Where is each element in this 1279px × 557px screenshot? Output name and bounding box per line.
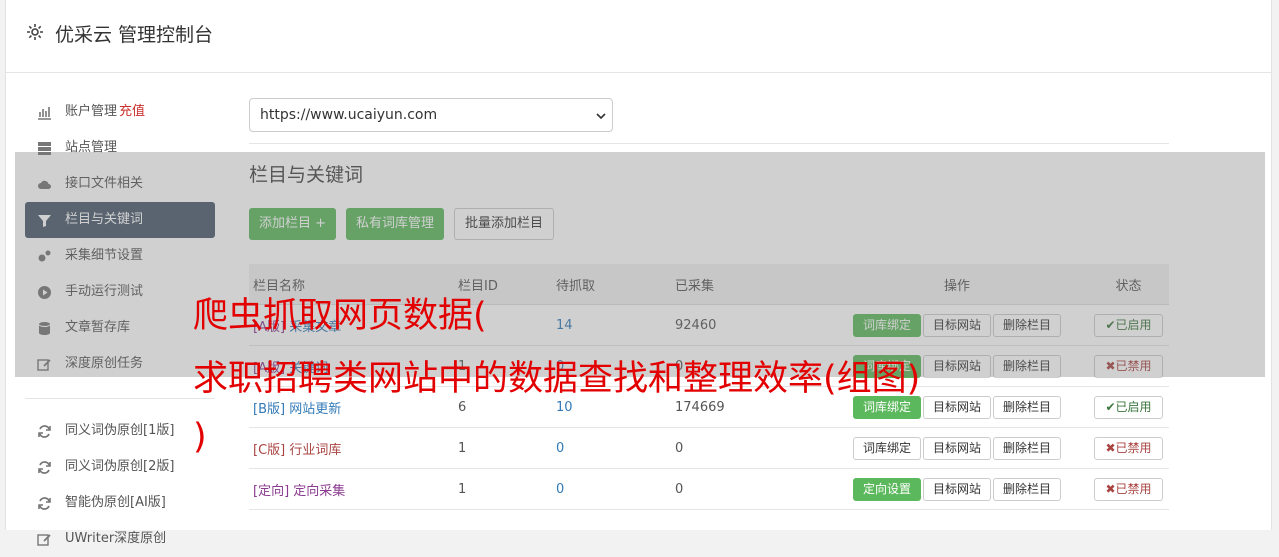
version-tag: [C版] <box>253 442 286 458</box>
page-header: 优采云 管理控制台 <box>6 0 1271 73</box>
page-title: 优采云 管理控制台 <box>55 24 214 46</box>
chevron-down-icon <box>596 113 606 120</box>
status-toggle[interactable]: ✔已启用 <box>1094 395 1163 419</box>
target-site-button[interactable]: 目标网站 <box>922 395 991 419</box>
sidebar-item-ai-original[interactable]: 智能伪原创[AI版] <box>25 485 215 521</box>
column-id: 1 <box>454 427 555 469</box>
directed-settings-button[interactable]: 定向设置 <box>852 477 921 501</box>
watermark-line-1: 爬虫抓取网页数据( <box>193 296 487 336</box>
recharge-link[interactable]: 充值 <box>119 104 145 119</box>
sidebar-item-synonym-v1[interactable]: 同义词伪原创[1版] <box>25 413 215 449</box>
collected-count: 0 <box>667 468 826 510</box>
status-toggle[interactable]: ✖已禁用 <box>1094 436 1163 460</box>
column-link[interactable]: 行业词库 <box>289 443 341 458</box>
status-cell: ✔已启用 <box>1088 386 1169 428</box>
sidebar-item-uwriter[interactable]: UWriter深度原创 <box>25 521 215 557</box>
status-toggle[interactable]: ✖已禁用 <box>1094 477 1163 501</box>
refresh-icon <box>38 497 51 510</box>
sidebar-item-label: 智能伪原创[AI版] <box>65 495 166 510</box>
version-tag: [定向] <box>253 483 290 499</box>
lexicon-bind-button[interactable]: 词库绑定 <box>852 436 921 460</box>
delete-column-button[interactable]: 删除栏目 <box>993 477 1062 501</box>
pending-count[interactable]: 0 <box>555 427 667 469</box>
column-id: 1 <box>454 468 555 510</box>
row-operations: 定向设置 目标网站 删除栏目 <box>826 468 1088 510</box>
row-operations: 词库绑定 目标网站 删除栏目 <box>826 427 1088 469</box>
delete-column-button[interactable]: 删除栏目 <box>993 436 1062 460</box>
column-name: [C版] 行业词库 <box>249 427 454 469</box>
status-cell: ✖已禁用 <box>1088 427 1169 469</box>
table-row: [C版] 行业词库 1 0 0 词库绑定 目标网站 删除栏目 ✖已禁用 <box>249 427 1169 469</box>
column-link[interactable]: 网站更新 <box>289 402 341 417</box>
target-site-button[interactable]: 目标网站 <box>922 436 991 460</box>
watermark-line-2: 求职招聘类网站中的数据查找和整理效率(组图) <box>193 359 921 399</box>
watermark-line-3: ) <box>193 417 207 457</box>
version-tag: [B版] <box>253 401 286 417</box>
refresh-icon <box>38 425 51 438</box>
status-cell: ✖已禁用 <box>1088 468 1169 510</box>
sidebar-divider <box>25 398 215 399</box>
site-select[interactable]: https://www.ucaiyun.com <box>249 98 613 132</box>
column-name: [定向] 定向采集 <box>249 468 454 510</box>
pending-count[interactable]: 0 <box>555 468 667 510</box>
sidebar-item-label: 同义词伪原创[2版] <box>65 459 175 474</box>
sidebar-item-label: 同义词伪原创[1版] <box>65 423 175 438</box>
sidebar-item-label: UWriter深度原创 <box>65 531 167 546</box>
edit-icon <box>37 534 51 546</box>
bar-chart-icon <box>38 107 51 120</box>
sidebar-item-synonym-v2[interactable]: 同义词伪原创[2版] <box>25 449 215 485</box>
collected-count: 0 <box>667 427 826 469</box>
column-link[interactable]: 定向采集 <box>293 484 345 499</box>
divider <box>249 143 1169 144</box>
sidebar-item-label: 账户管理 <box>65 104 118 119</box>
refresh-icon <box>38 461 51 474</box>
target-site-button[interactable]: 目标网站 <box>922 477 991 501</box>
delete-column-button[interactable]: 删除栏目 <box>993 395 1062 419</box>
gray-overlay-band <box>15 152 1265 377</box>
site-select-value: https://www.ucaiyun.com <box>260 107 438 123</box>
gear-icon <box>27 24 43 40</box>
sidebar-item-account[interactable]: 账户管理 充值 <box>25 94 215 130</box>
table-row: [定向] 定向采集 1 0 0 定向设置 目标网站 删除栏目 ✖已禁用 <box>249 468 1169 510</box>
